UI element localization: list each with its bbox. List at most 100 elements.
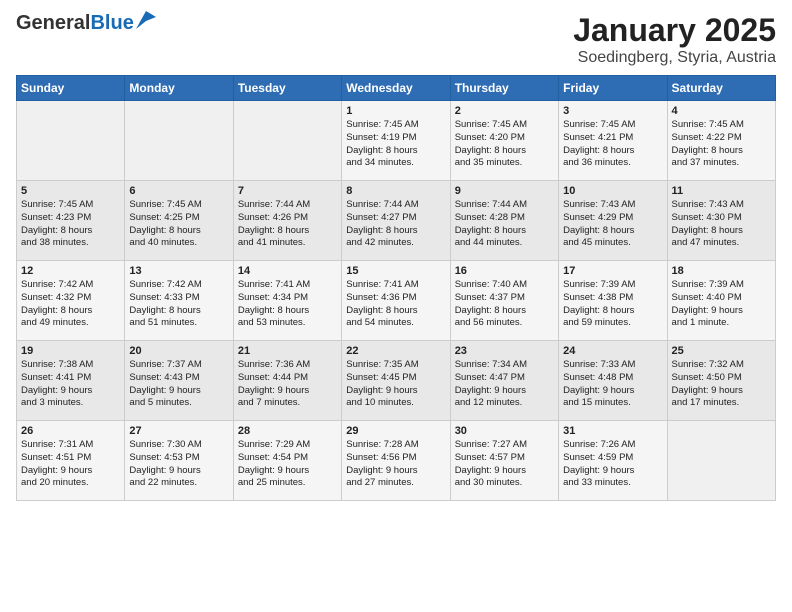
day-content: and 25 minutes. [238, 477, 337, 490]
day-content: and 41 minutes. [238, 237, 337, 250]
day-number: 26 [21, 425, 120, 437]
day-content: and 54 minutes. [346, 317, 445, 330]
logo-general-text: General [16, 12, 90, 35]
day-number: 3 [563, 105, 662, 117]
day-content: Sunrise: 7:26 AM [563, 439, 662, 452]
table-row [233, 101, 341, 181]
day-content: Sunrise: 7:44 AM [455, 199, 554, 212]
day-content: Sunset: 4:32 PM [21, 292, 120, 305]
day-content: Daylight: 8 hours [455, 305, 554, 318]
col-saturday: Saturday [667, 76, 775, 101]
day-content: Sunset: 4:27 PM [346, 212, 445, 225]
day-content: Daylight: 8 hours [346, 305, 445, 318]
day-content: Sunset: 4:51 PM [21, 452, 120, 465]
col-thursday: Thursday [450, 76, 558, 101]
table-row: 5Sunrise: 7:45 AMSunset: 4:23 PMDaylight… [17, 181, 125, 261]
col-monday: Monday [125, 76, 233, 101]
day-content: and 56 minutes. [455, 317, 554, 330]
table-row: 23Sunrise: 7:34 AMSunset: 4:47 PMDayligh… [450, 341, 558, 421]
table-row: 19Sunrise: 7:38 AMSunset: 4:41 PMDayligh… [17, 341, 125, 421]
day-content: Sunset: 4:44 PM [238, 372, 337, 385]
day-number: 14 [238, 265, 337, 277]
day-content: Daylight: 8 hours [563, 225, 662, 238]
day-content: Sunrise: 7:37 AM [129, 359, 228, 372]
col-tuesday: Tuesday [233, 76, 341, 101]
day-content: Sunset: 4:33 PM [129, 292, 228, 305]
day-number: 27 [129, 425, 228, 437]
day-number: 22 [346, 345, 445, 357]
day-content: Sunset: 4:36 PM [346, 292, 445, 305]
day-content: and 10 minutes. [346, 397, 445, 410]
day-content: and 45 minutes. [563, 237, 662, 250]
day-content: Sunset: 4:53 PM [129, 452, 228, 465]
day-content: and 44 minutes. [455, 237, 554, 250]
calendar-title: January 2025 [573, 12, 776, 49]
calendar-subtitle: Soedingberg, Styria, Austria [573, 49, 776, 67]
table-row: 29Sunrise: 7:28 AMSunset: 4:56 PMDayligh… [342, 421, 450, 501]
table-row: 6Sunrise: 7:45 AMSunset: 4:25 PMDaylight… [125, 181, 233, 261]
day-content: and 30 minutes. [455, 477, 554, 490]
day-content: Daylight: 8 hours [346, 145, 445, 158]
logo-bird-icon [136, 11, 156, 29]
day-content: Sunset: 4:54 PM [238, 452, 337, 465]
table-row: 25Sunrise: 7:32 AMSunset: 4:50 PMDayligh… [667, 341, 775, 421]
day-content: and 51 minutes. [129, 317, 228, 330]
day-content: and 42 minutes. [346, 237, 445, 250]
day-content: Sunset: 4:25 PM [129, 212, 228, 225]
day-content: Daylight: 8 hours [129, 305, 228, 318]
table-row: 27Sunrise: 7:30 AMSunset: 4:53 PMDayligh… [125, 421, 233, 501]
calendar-container: General Blue January 2025 Soedingberg, S… [0, 0, 792, 509]
day-content: Daylight: 8 hours [129, 225, 228, 238]
day-number: 4 [672, 105, 771, 117]
day-content: Sunrise: 7:45 AM [455, 119, 554, 132]
table-row: 9Sunrise: 7:44 AMSunset: 4:28 PMDaylight… [450, 181, 558, 261]
day-content: and 3 minutes. [21, 397, 120, 410]
table-row: 22Sunrise: 7:35 AMSunset: 4:45 PMDayligh… [342, 341, 450, 421]
table-row: 16Sunrise: 7:40 AMSunset: 4:37 PMDayligh… [450, 261, 558, 341]
day-number: 11 [672, 185, 771, 197]
day-content: Sunset: 4:29 PM [563, 212, 662, 225]
day-content: and 40 minutes. [129, 237, 228, 250]
logo-blue-text: Blue [90, 12, 133, 35]
day-content: Sunset: 4:37 PM [455, 292, 554, 305]
table-row: 20Sunrise: 7:37 AMSunset: 4:43 PMDayligh… [125, 341, 233, 421]
day-content: Sunrise: 7:45 AM [21, 199, 120, 212]
day-content: Daylight: 9 hours [129, 385, 228, 398]
day-content: Sunrise: 7:39 AM [672, 279, 771, 292]
day-number: 19 [21, 345, 120, 357]
calendar-week-row: 12Sunrise: 7:42 AMSunset: 4:32 PMDayligh… [17, 261, 776, 341]
day-content: and 27 minutes. [346, 477, 445, 490]
col-wednesday: Wednesday [342, 76, 450, 101]
day-content: Daylight: 9 hours [346, 385, 445, 398]
day-content: Sunrise: 7:43 AM [672, 199, 771, 212]
title-block: January 2025 Soedingberg, Styria, Austri… [573, 12, 776, 67]
day-content: Sunrise: 7:45 AM [672, 119, 771, 132]
day-number: 1 [346, 105, 445, 117]
day-content: Sunrise: 7:44 AM [238, 199, 337, 212]
day-number: 29 [346, 425, 445, 437]
day-content: Daylight: 9 hours [238, 385, 337, 398]
day-content: Sunset: 4:28 PM [455, 212, 554, 225]
day-content: Daylight: 8 hours [238, 305, 337, 318]
table-row: 21Sunrise: 7:36 AMSunset: 4:44 PMDayligh… [233, 341, 341, 421]
table-row: 7Sunrise: 7:44 AMSunset: 4:26 PMDaylight… [233, 181, 341, 261]
table-row: 15 Sunrise: 7:41 AMSunset: 4:36 PMDayligh… [342, 261, 450, 341]
day-content: Sunrise: 7:28 AM [346, 439, 445, 452]
day-content: Sunrise: 7:42 AM [21, 279, 120, 292]
day-content: Daylight: 8 hours [346, 225, 445, 238]
day-content: Daylight: 9 hours [563, 465, 662, 478]
day-content: and 59 minutes. [563, 317, 662, 330]
day-content: Sunset: 4:56 PM [346, 452, 445, 465]
table-row: 3Sunrise: 7:45 AMSunset: 4:21 PMDaylight… [559, 101, 667, 181]
day-content: and 12 minutes. [455, 397, 554, 410]
day-content: Sunrise: 7:32 AM [672, 359, 771, 372]
day-number: 16 [455, 265, 554, 277]
day-content: Daylight: 9 hours [21, 465, 120, 478]
day-number: 15 [346, 265, 445, 277]
day-content: and 7 minutes. [238, 397, 337, 410]
day-content: Sunrise: 7:30 AM [129, 439, 228, 452]
table-row: 13Sunrise: 7:42 AMSunset: 4:33 PMDayligh… [125, 261, 233, 341]
day-content: Sunset: 4:20 PM [455, 132, 554, 145]
day-content: Sunrise: 7:41 AM [346, 279, 445, 292]
day-content: Daylight: 8 hours [21, 305, 120, 318]
